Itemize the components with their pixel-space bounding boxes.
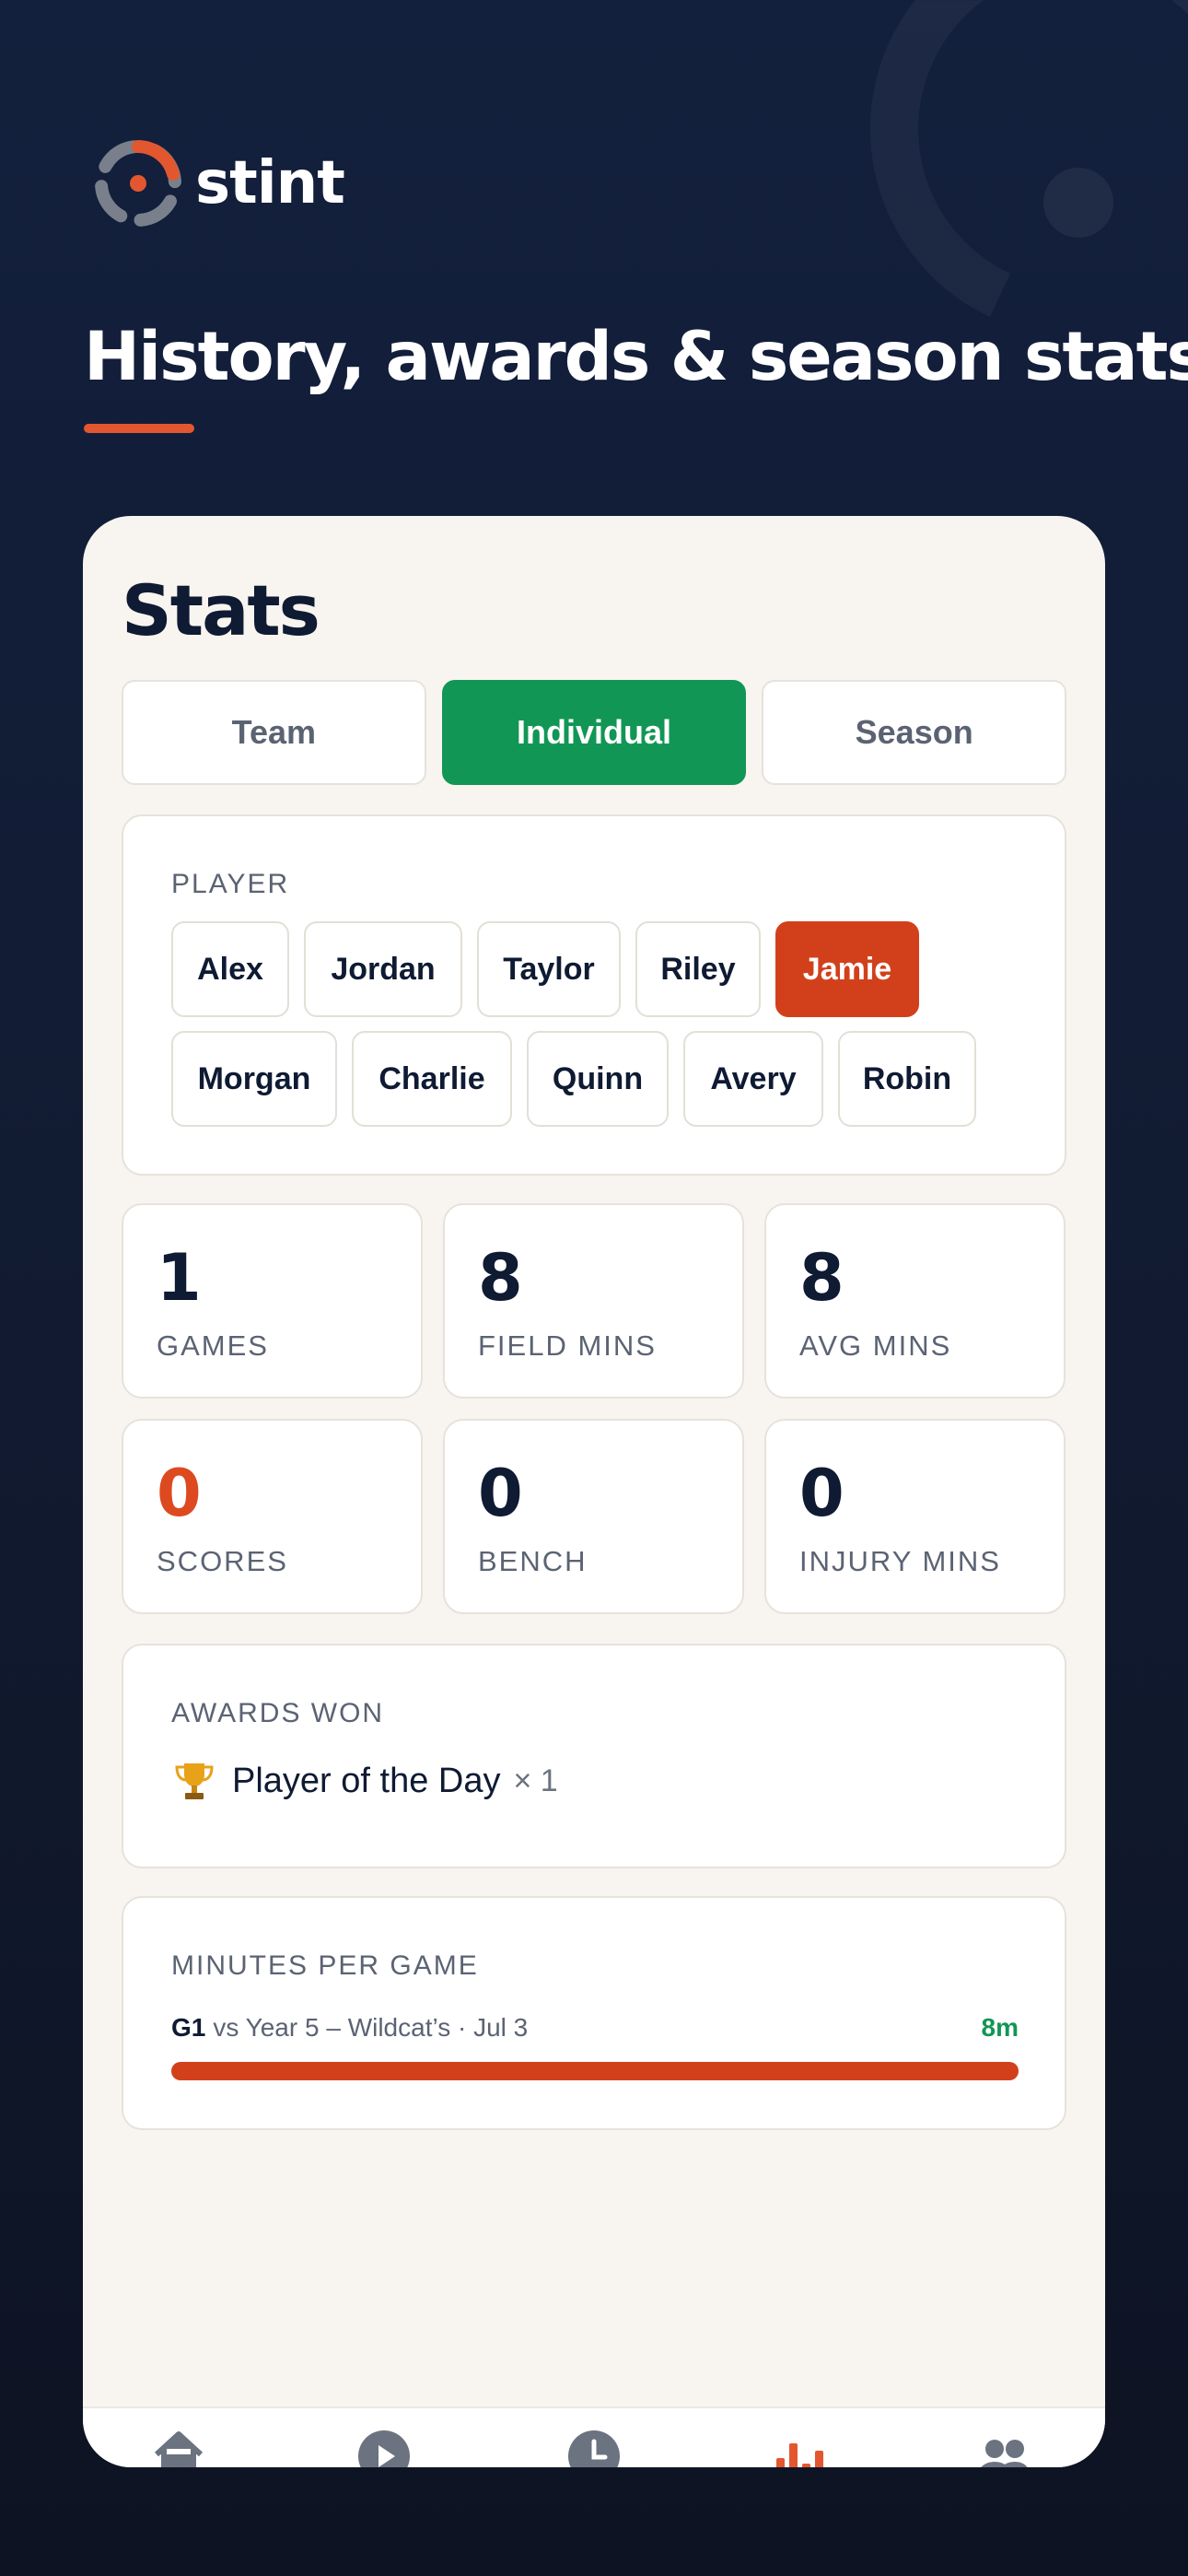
- minutes-bar-track: [171, 2062, 1019, 2080]
- stat-value: 1: [157, 1240, 202, 1316]
- screen-title: Stats: [122, 569, 320, 651]
- award-count: × 1: [513, 1762, 558, 1798]
- stat-label: SCORES: [157, 1545, 288, 1577]
- player-chip-riley[interactable]: Riley: [635, 921, 761, 1017]
- tab-team[interactable]: Team: [122, 680, 426, 785]
- player-chip-jamie[interactable]: Jamie: [775, 921, 919, 1017]
- game-row: G1 vs Year 5 – Wildcat’s · Jul 3 8m: [171, 2013, 1019, 2043]
- stat-card-bench: 0 BENCH: [443, 1419, 744, 1614]
- game-id: G1: [171, 2013, 206, 2042]
- award-item: Player of the Day × 1: [171, 1758, 558, 1804]
- stat-card-avg-mins: 8 AVG MINS: [764, 1203, 1066, 1399]
- award-name: Player of the Day: [232, 1761, 501, 1800]
- stat-value: 8: [478, 1240, 523, 1316]
- logo-mark-icon: [95, 140, 181, 227]
- stat-label: GAMES: [157, 1329, 269, 1362]
- stat-card-field-mins: 8 FIELD MINS: [443, 1203, 744, 1399]
- clock-icon[interactable]: [565, 2427, 623, 2467]
- minutes-per-game-label: MINUTES PER GAME: [171, 1950, 479, 1981]
- page-headline: History, awards & season stats: [84, 318, 1188, 396]
- bottom-tab-bar: [83, 2406, 1105, 2467]
- player-chip-charlie[interactable]: Charlie: [352, 1031, 512, 1127]
- player-chip-morgan[interactable]: Morgan: [171, 1031, 337, 1127]
- awards-label: AWARDS WON: [171, 1698, 385, 1728]
- player-section-label: PLAYER: [171, 869, 290, 899]
- player-chip-quinn[interactable]: Quinn: [527, 1031, 669, 1127]
- stats-tabs: Team Individual Season: [122, 680, 1067, 785]
- player-chip-jordan[interactable]: Jordan: [304, 921, 462, 1017]
- game-description: vs Year 5 – Wildcat’s · Jul 3: [213, 2013, 529, 2042]
- phone-screen: Stats Team Individual Season PLAYER Alex…: [83, 516, 1105, 2467]
- app-logo: stint: [88, 134, 345, 233]
- stat-label: FIELD MINS: [478, 1329, 657, 1362]
- player-chip-taylor[interactable]: Taylor: [477, 921, 621, 1017]
- stat-label: INJURY MINS: [799, 1545, 1001, 1577]
- minutes-per-game-panel: MINUTES PER GAME G1 vs Year 5 – Wildcat’s…: [122, 1896, 1066, 2130]
- trophy-icon: [175, 1763, 214, 1799]
- player-chip-avery[interactable]: Avery: [683, 1031, 823, 1127]
- stat-value: 0: [478, 1456, 523, 1531]
- stat-value: 0: [799, 1456, 844, 1531]
- stat-value: 8: [799, 1240, 844, 1316]
- tab-individual[interactable]: Individual: [441, 680, 747, 785]
- stat-label: AVG MINS: [799, 1329, 952, 1362]
- game-minutes: 8m: [981, 2013, 1019, 2042]
- player-chip-alex[interactable]: Alex: [171, 921, 289, 1017]
- stat-card-games: 1 GAMES: [122, 1203, 423, 1399]
- brand-name: stint: [195, 149, 345, 217]
- stat-card-injury-mins: 0 INJURY MINS: [764, 1419, 1066, 1614]
- awards-panel: AWARDS WON Player of the Day × 1: [122, 1644, 1066, 1868]
- stat-label: BENCH: [478, 1545, 588, 1577]
- home-icon[interactable]: [149, 2427, 208, 2467]
- team-icon[interactable]: [974, 2427, 1033, 2467]
- headline-underline: [84, 424, 194, 433]
- tab-season[interactable]: Season: [762, 680, 1067, 785]
- decorative-dot: [1043, 168, 1113, 238]
- stats-icon[interactable]: [769, 2427, 828, 2467]
- stat-value: 0: [157, 1456, 202, 1531]
- minutes-bar-fill: [171, 2062, 1019, 2080]
- player-chip-robin[interactable]: Robin: [838, 1031, 976, 1127]
- stat-card-scores: 0 SCORES: [122, 1419, 423, 1614]
- play-icon[interactable]: [355, 2427, 413, 2467]
- player-selector: PLAYER Alex Jordan Taylor Riley Jamie Mo…: [122, 814, 1066, 1176]
